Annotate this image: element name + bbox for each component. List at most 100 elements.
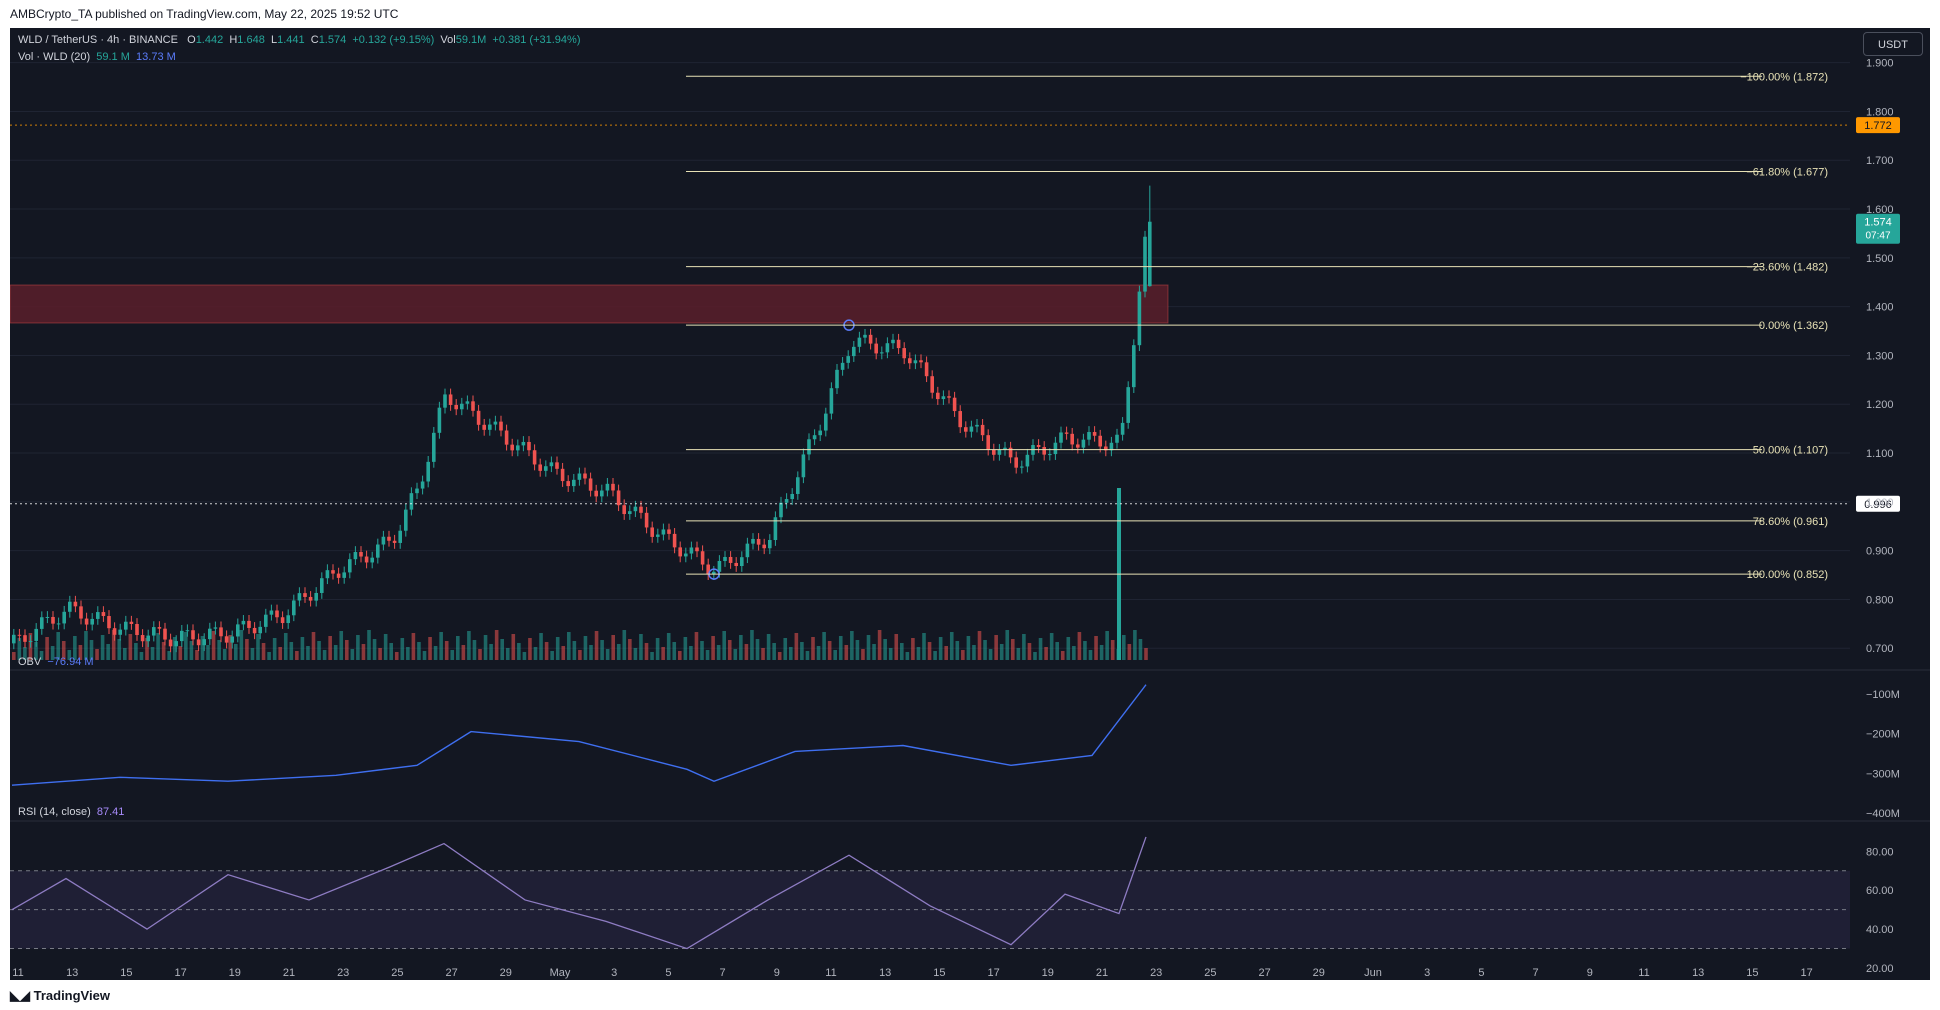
volume-bar [689, 646, 693, 660]
candle-body [376, 544, 380, 558]
volume-bar [106, 644, 110, 660]
price-tick: 1.900 [1866, 58, 1894, 70]
time-tick: 27 [445, 967, 457, 979]
candle-body [107, 616, 111, 629]
volume-bar [1110, 640, 1115, 660]
volume-bar [777, 652, 782, 660]
candle-body [583, 473, 587, 479]
volume-bar [916, 647, 921, 660]
volume-bar [1044, 647, 1048, 660]
candle-body [700, 551, 705, 565]
time-tick: 7 [1533, 967, 1539, 979]
volume-bar [1088, 650, 1093, 660]
chart-area[interactable]: −100.00% (1.872) −61.80% (1.677) −23.60% (… [9, 28, 1930, 980]
candle-body [1025, 454, 1030, 467]
publisher-line: AMBCrypto_TA published on TradingView.co… [10, 7, 399, 21]
candle-body [801, 454, 806, 478]
volume-bar [1105, 631, 1109, 660]
candle-body [292, 600, 296, 616]
candle-body [588, 478, 593, 491]
candle-body [661, 529, 666, 535]
brand-label: TradingView [33, 988, 110, 1003]
fib-label: 100.00% (0.852) [1747, 569, 1828, 581]
candle-body [1081, 439, 1086, 448]
candle-body [208, 628, 212, 640]
price-tick: 1.000 [1866, 497, 1894, 509]
candle-body [45, 616, 50, 618]
candle-body [672, 533, 677, 548]
chart-canvas[interactable]: −100.00% (1.872) −61.80% (1.677) −23.60% (… [9, 28, 1930, 980]
price-tick: 1.500 [1866, 253, 1894, 265]
candle-body [807, 439, 811, 455]
candle-body [96, 612, 100, 619]
candle-body [997, 449, 1002, 455]
candle-body [140, 635, 145, 642]
candle-body [1098, 435, 1102, 447]
candle-body [1120, 422, 1125, 435]
candle-body [286, 615, 290, 624]
vol-change-value: +0.381 (+31.94%) [492, 34, 581, 46]
candle-body [1036, 445, 1041, 447]
candle-body [611, 483, 615, 491]
candle-body [51, 616, 55, 624]
candle-body [437, 407, 442, 433]
time-tick: 11 [12, 967, 23, 979]
volume-bar [711, 636, 715, 660]
candle-body [1053, 442, 1058, 455]
volume-bar [511, 634, 516, 660]
volume-bar [578, 650, 582, 660]
candle-body [163, 628, 167, 640]
candle-body [258, 626, 262, 634]
candle-body [1048, 454, 1052, 456]
time-tick: 17 [1800, 967, 1812, 979]
candle-body [499, 421, 503, 431]
candle-body [521, 441, 526, 446]
candle-body [874, 343, 878, 354]
volume-bar [261, 643, 266, 660]
volume-bar [167, 651, 171, 660]
volume-bar [572, 641, 577, 660]
candle-body [829, 388, 834, 414]
time-tick: 9 [1587, 967, 1593, 979]
candle-body [852, 346, 856, 357]
candle-body [124, 621, 128, 630]
volume-bar [1138, 639, 1143, 660]
volume-bar [605, 649, 610, 660]
volume-bar [633, 648, 638, 660]
time-tick: 27 [1258, 967, 1270, 979]
volume-bar [783, 638, 788, 660]
volume-bar [500, 639, 504, 660]
volume-bar [239, 630, 244, 660]
time-tick: 13 [879, 967, 891, 979]
candle-body [846, 356, 850, 363]
candle-body-last [1148, 221, 1152, 287]
candle-body [544, 466, 548, 471]
time-axis[interactable]: 11 13 15 17 19 21 23 25 27 29 May 3 5 7 9 11 13 15 17 19 21 2… [12, 967, 1812, 979]
candle-body [891, 339, 895, 344]
currency-button[interactable]: USDT [1863, 32, 1923, 56]
volume-bar [528, 638, 532, 660]
volume-legend: Vol · WLD (20) 59.1 M 13.73 M [18, 51, 176, 63]
volume-bar [1094, 636, 1098, 660]
volume-bar [550, 651, 554, 660]
candle-body [157, 627, 162, 629]
time-tick: 11 [825, 967, 836, 979]
candle-body [1076, 444, 1080, 448]
candle-body [415, 488, 419, 494]
volume-bar [900, 643, 904, 660]
time-tick: 23 [1150, 967, 1162, 979]
price-axis[interactable]: 1.900 1.800 1.700 1.600 1.500 1.400 1.300 1.200… [10, 58, 1930, 822]
candle-body [68, 601, 72, 612]
volume-bar [672, 642, 677, 660]
volume-bar [289, 642, 294, 660]
candle-body [560, 468, 565, 482]
volume-bar [450, 650, 455, 660]
volume-bar [722, 631, 726, 660]
volume-bar [727, 640, 732, 660]
volume-bar [95, 649, 99, 660]
volume-bar [772, 643, 776, 660]
candle-body [73, 601, 78, 607]
volume-bar [655, 638, 660, 660]
candle-body [532, 450, 537, 465]
candle-body [527, 441, 531, 451]
